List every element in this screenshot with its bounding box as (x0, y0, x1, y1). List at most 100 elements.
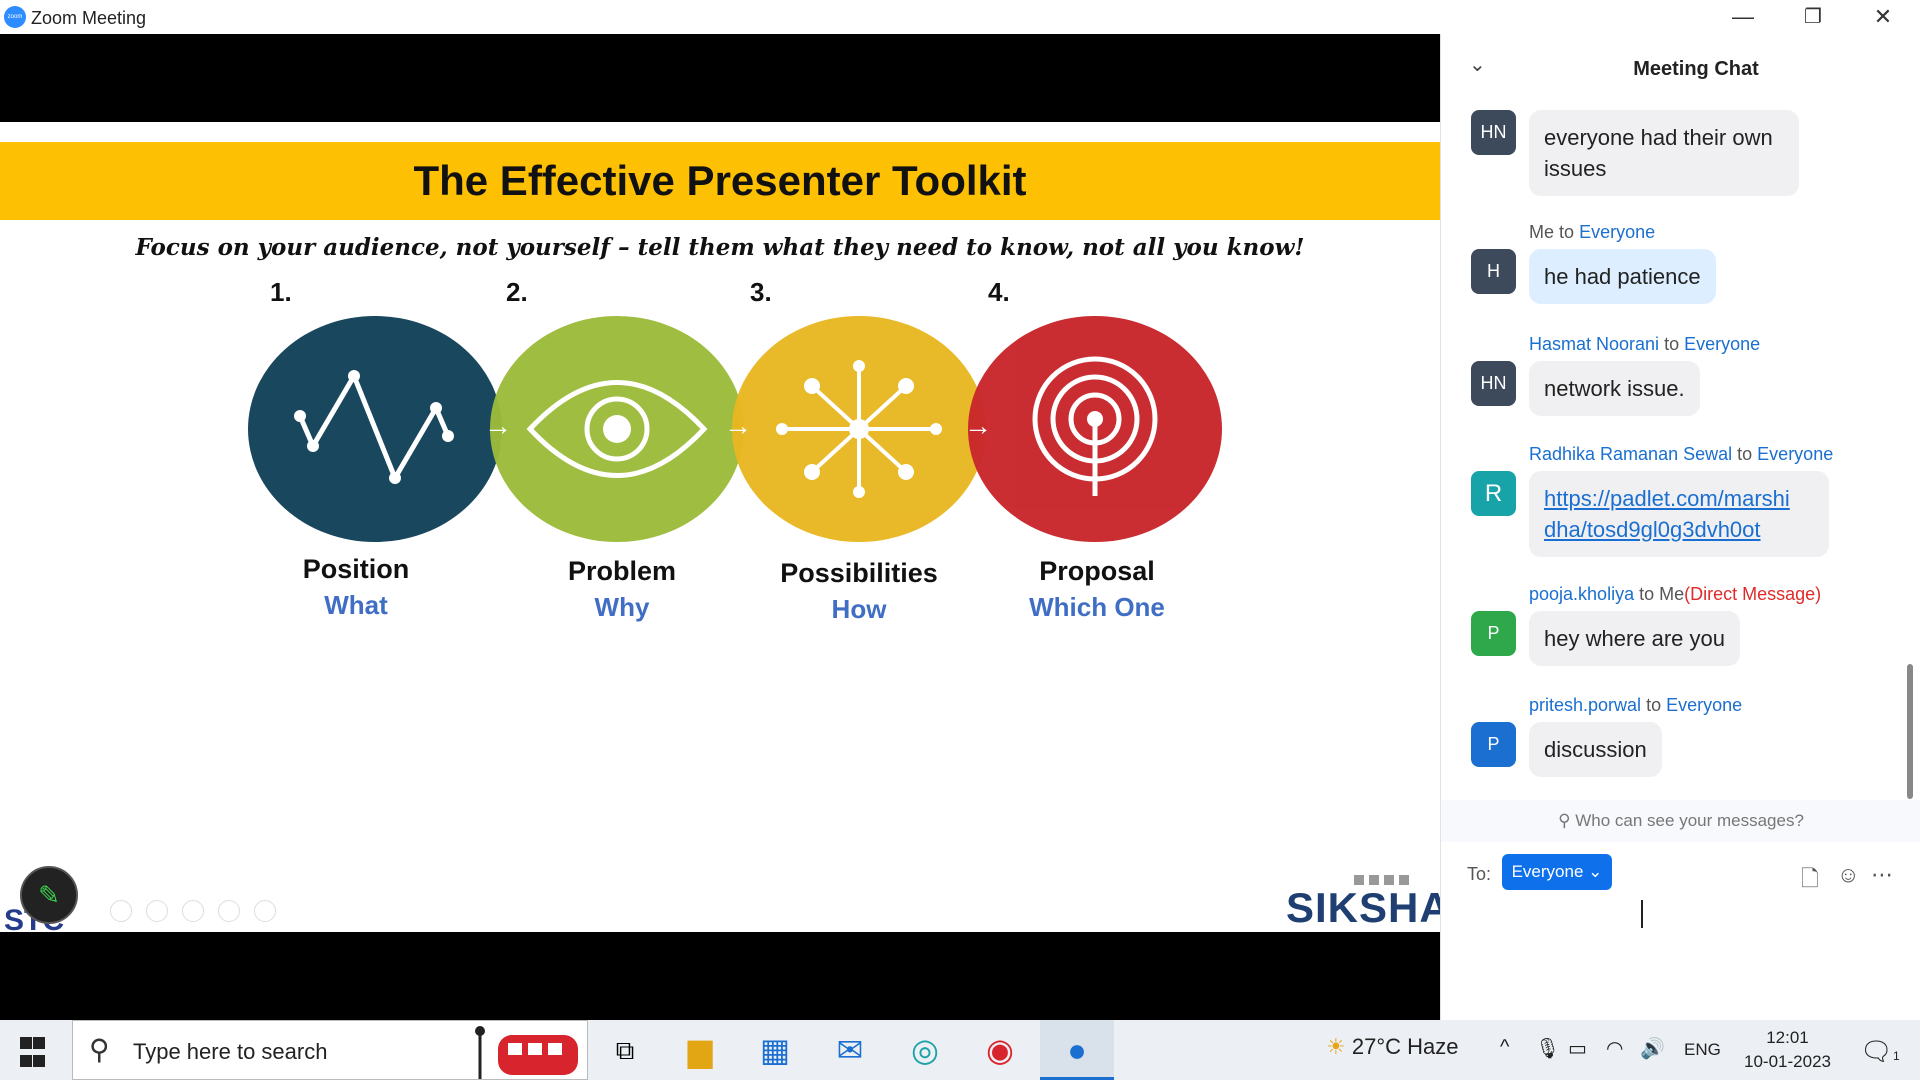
message-bubble: discussion (1529, 722, 1662, 777)
avatar[interactable]: P (1471, 611, 1516, 656)
presentation-slide: The Effective Presenter Toolkit Focus on… (0, 122, 1440, 932)
search-placeholder: Type here to search (133, 1039, 328, 1064)
step-number: 4. (988, 277, 1010, 307)
meeting-chat-panel: ⌄ Meeting Chat HN everyone had their own… (1440, 34, 1920, 1020)
window-titlebar: zoom Zoom Meeting — ❐ ✕ (0, 0, 1920, 34)
message-bubble: network issue. (1529, 361, 1700, 416)
clock[interactable]: 12:01 10-01-2023 (1740, 1026, 1835, 1074)
volume-icon[interactable]: 🔊 (1640, 1036, 1665, 1061)
step-label: Possibilities (780, 558, 938, 588)
sender-name: Me (1529, 222, 1555, 242)
file-icon[interactable]: 🗋 (1801, 862, 1819, 900)
close-button[interactable]: ✕ (1853, 2, 1913, 32)
sender-name[interactable]: pritesh.porwal (1529, 695, 1641, 715)
message-bubble: https://padlet.com/marshi dha/tosd9gl0g3… (1529, 471, 1829, 557)
recipient-name[interactable]: Everyone (1757, 444, 1833, 464)
more-options-icon[interactable]: ⋯ (1871, 862, 1893, 888)
sender-name[interactable]: Hasmat Noorani (1529, 334, 1659, 354)
date: 10-01-2023 (1744, 1052, 1831, 1071)
line-graph-icon (294, 370, 454, 484)
minimize-button[interactable]: — (1713, 2, 1773, 32)
task-view-icon[interactable]: ⧉ (588, 1020, 662, 1080)
sun-haze-icon: ☀ (1326, 1034, 1346, 1059)
annotation-tool-icon[interactable] (218, 900, 240, 922)
time: 12:01 (1766, 1028, 1809, 1047)
edge-browser-icon[interactable]: ◎ (888, 1020, 962, 1080)
notifications-icon[interactable]: 🗨1 (1860, 1036, 1900, 1067)
windows-start-icon[interactable] (20, 1037, 46, 1067)
step-number: 1. (270, 277, 292, 307)
zoom-logo-icon: zoom (4, 6, 26, 28)
message-bubble: hey where are you (1529, 611, 1740, 666)
chat-header: ⌄ Meeting Chat (1441, 34, 1920, 104)
emoji-icon[interactable]: ☺ (1837, 862, 1859, 888)
annotation-tool-icon[interactable] (110, 900, 132, 922)
microphone-icon[interactable]: 🎙 (1535, 1036, 1560, 1061)
chat-scrollbar[interactable] (1907, 664, 1913, 799)
arrow-right-icon: → (964, 410, 992, 441)
weather-text: 27°C Haze (1351, 1034, 1459, 1059)
chrome-browser-icon[interactable]: ◉ (963, 1020, 1037, 1080)
position-circle (248, 316, 502, 542)
recipient-dropdown[interactable]: Everyone ⌄ (1502, 854, 1612, 890)
slide-title: The Effective Presenter Toolkit (413, 157, 1027, 204)
notification-count: 1 (1893, 1049, 1900, 1063)
annotation-tool-icon[interactable] (254, 900, 276, 922)
message-bubble: everyone had their own issues (1529, 110, 1799, 196)
avatar[interactable]: HN (1471, 361, 1516, 406)
arrow-right-icon: → (724, 410, 752, 441)
windows-taskbar: ⚲ Type here to search ⧉ ▆ ▦ ✉ ◎ ◉ ● ☀ 27… (0, 1020, 1920, 1080)
restore-button[interactable]: ❐ (1783, 2, 1843, 32)
avatar[interactable]: H (1471, 249, 1516, 294)
message-sender: Me to Everyone (1529, 222, 1655, 243)
search-icon: ⚲ (89, 1034, 110, 1065)
direct-message-label: (Direct Message) (1684, 584, 1822, 604)
language-indicator[interactable]: ENG (1684, 1040, 1721, 1060)
to-word: to (1646, 695, 1662, 715)
to-word: to (1664, 334, 1680, 354)
step-sublabel: Which One (1029, 592, 1165, 622)
microsoft-store-icon[interactable]: ▦ (738, 1020, 812, 1080)
file-explorer-icon[interactable]: ▆ (663, 1020, 737, 1080)
target-icon (1032, 356, 1158, 496)
sender-name[interactable]: Radhika Ramanan Sewal (1529, 444, 1732, 464)
text-cursor[interactable] (1641, 900, 1643, 928)
possibilities-circle (732, 316, 986, 542)
recipient-name: Me (1659, 584, 1685, 604)
eye-icon (526, 380, 708, 478)
step-label: Problem (567, 556, 677, 586)
avatar[interactable]: R (1471, 471, 1516, 516)
zoom-app-icon[interactable]: ● (1040, 1020, 1114, 1080)
to-label: To: (1467, 864, 1492, 884)
window-title: Zoom Meeting (31, 8, 147, 28)
battery-icon[interactable]: ▭ (1568, 1036, 1587, 1061)
avatar[interactable]: P (1471, 722, 1516, 767)
network-icon (776, 360, 942, 498)
siksha-logo: SIKSHA (1286, 884, 1440, 931)
privacy-info[interactable]: ⚲ Who can see your messages? (1441, 800, 1920, 842)
step-number: 2. (506, 277, 528, 307)
annotate-pen-button[interactable]: ✎ (20, 866, 78, 924)
sender-name[interactable]: pooja.kholiya (1529, 584, 1634, 604)
chevron-down-icon: ⌄ (1588, 862, 1603, 881)
step-sublabel: What (324, 590, 388, 620)
padlet-link[interactable]: dha/tosd9gl0g3dvh0ot (1544, 517, 1761, 542)
wifi-icon[interactable]: ◠ (1606, 1036, 1623, 1061)
recipient-name[interactable]: Everyone (1684, 334, 1760, 354)
step-label: Proposal (1039, 556, 1155, 586)
chevron-up-icon[interactable]: ^ (1500, 1036, 1509, 1059)
recipient-name[interactable]: Everyone (1666, 695, 1742, 715)
step-sublabel: Why (594, 592, 650, 622)
padlet-link[interactable]: https://padlet.com/marshi (1544, 486, 1790, 511)
message-sender: pritesh.porwal to Everyone (1529, 695, 1742, 716)
weather-widget[interactable]: ☀ 27°C Haze (1326, 1034, 1459, 1060)
message-bubble: he had patience (1529, 249, 1716, 304)
taskbar-search-box[interactable]: ⚲ Type here to search (72, 1020, 588, 1080)
annotation-tool-icon[interactable] (146, 900, 168, 922)
recipient-value: Everyone (1511, 862, 1584, 881)
privacy-text: Who can see your messages? (1575, 811, 1804, 830)
recipient-name[interactable]: Everyone (1579, 222, 1655, 242)
avatar[interactable]: HN (1471, 110, 1516, 155)
mail-icon[interactable]: ✉ (813, 1020, 887, 1080)
annotation-tool-icon[interactable] (182, 900, 204, 922)
